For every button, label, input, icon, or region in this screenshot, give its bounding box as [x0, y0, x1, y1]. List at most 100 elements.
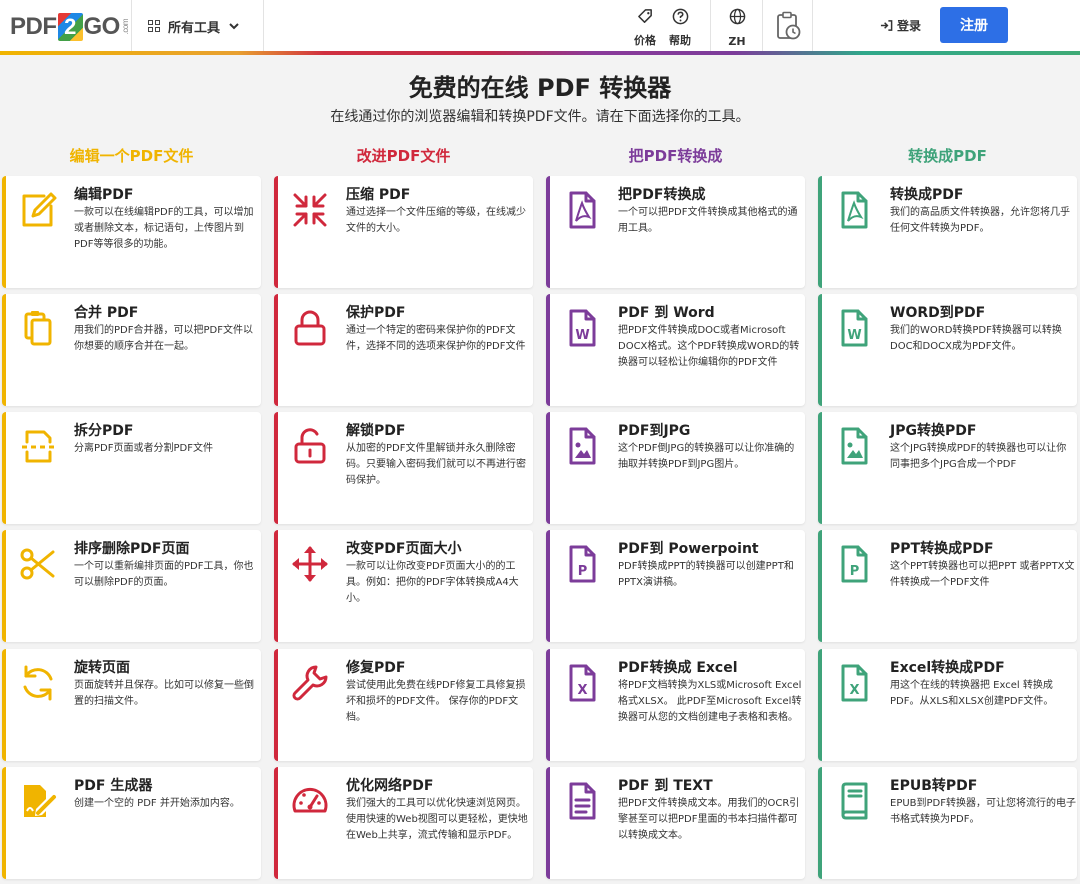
- tool-card-description: 把PDF文件转换成文本。用我们的OCR引擎甚至可以把PDF里面的书本扫描件都可以…: [618, 798, 800, 841]
- word-file-icon: W: [834, 308, 874, 348]
- tool-card-title: 优化网络PDF: [346, 778, 434, 794]
- excel-file-icon: X: [834, 663, 874, 703]
- tool-card[interactable]: P PPT转换成PDF 这个PPT转换器也可以把PPT 或者PPTX文件转换成一个P…: [818, 530, 1077, 642]
- top-header: PDF 2 GO .com 所有工具 价格 帮助 ZH 登录 注册: [0, 0, 1080, 55]
- page-subtitle: 在线通过你的浏览器编辑和转换PDF文件。请在下面选择你的工具。: [330, 109, 750, 125]
- tool-card[interactable]: 旋转页面 页面旋转并且保存。比如可以修复一些倒置的扫描文件。: [2, 649, 261, 761]
- tool-card-description: 我们的高品质文件转换器，允许您将几乎任何文件转换为PDF。: [890, 207, 1070, 234]
- tool-card-title: PDF 到 TEXT: [618, 778, 713, 794]
- register-button[interactable]: 注册: [940, 7, 1008, 43]
- tool-card[interactable]: 编辑PDF 一款可以在线编辑PDF的工具，可以增加或者删除文本，标记语句，上传图片…: [2, 176, 261, 288]
- tool-card-title: PDF到JPG: [618, 423, 691, 439]
- pdf2go-logo[interactable]: PDF 2 GO .com: [10, 12, 130, 42]
- tool-card-description: 一款可以在线编辑PDF的工具，可以增加或者删除文本，标记语句，上传图片到PDF等…: [74, 207, 254, 250]
- svg-text:P: P: [850, 564, 860, 579]
- column-heading: 转换成PDF: [908, 147, 987, 165]
- tool-card[interactable]: P PDF到 Powerpoint PDF转换成PPT的转换器可以创建PPT和PPT…: [546, 530, 805, 642]
- tool-card-title: 解锁PDF: [346, 423, 406, 439]
- tool-card-description: 尝试使用此免费在线PDF修复工具修复损坏和损坏的PDF文件。 保存你的PDF文档…: [346, 680, 526, 723]
- tool-card-description: 创建一个空的 PDF 并开始添加内容。: [74, 798, 240, 809]
- tool-card[interactable]: 把PDF转换成 一个可以把PDF文件转换成其他格式的通用工具。: [546, 176, 805, 288]
- history-button[interactable]: [776, 11, 802, 41]
- tool-card-title: 压缩 PDF: [346, 187, 411, 203]
- tool-card-title: PDF 生成器: [74, 778, 153, 794]
- rotate-icon: [18, 663, 58, 703]
- tool-card[interactable]: PDF到JPG 这个PDF倒JPG的转换器可以让你准确的抽取并转换PDF到JPG图…: [546, 412, 805, 524]
- tool-card[interactable]: W PDF 到 Word 把PDF文件转换成DOC或者Microsoft DOCX格…: [546, 294, 805, 406]
- all-tools-menu-button[interactable]: 所有工具: [148, 15, 240, 37]
- header-divider: [263, 0, 264, 54]
- tool-card[interactable]: 排序删除PDF页面 一个可以重新编排页面的PDF工具，你也可以删除PDF的页面。: [2, 530, 261, 642]
- tool-card[interactable]: PDF 生成器创建一个空的 PDF 并开始添加内容。: [2, 767, 261, 879]
- tool-card-title: PDF转换成 Excel: [618, 660, 738, 676]
- pdf-creator-icon: [18, 781, 58, 821]
- header-divider: [131, 0, 132, 54]
- tool-card[interactable]: 修复PDF 尝试使用此免费在线PDF修复工具修复损坏和损坏的PDF文件。 保存你的…: [274, 649, 533, 761]
- tool-card-description: 分离PDF页面或者分割PDF文件: [74, 443, 213, 454]
- tool-card-title: 把PDF转换成: [618, 187, 706, 203]
- tool-card[interactable]: PDF 到 TEXT 把PDF文件转换成文本。用我们的OCR引擎甚至可以把PDF里…: [546, 767, 805, 879]
- tool-card[interactable]: X Excel转换成PDF 用这个在线的转换器把 Excel 转换成PDF。从XLS…: [818, 649, 1077, 761]
- tool-card[interactable]: JPG转换PDF 这个JPG转换成PDF的转换器也可以让你同事把多个JPG合成一个…: [818, 412, 1077, 524]
- compress-icon: [290, 190, 330, 230]
- language-selector[interactable]: ZH: [712, 8, 762, 48]
- image-file-icon: [834, 426, 874, 466]
- ppt-file-icon: P: [562, 544, 602, 584]
- tool-card-description: 从加密的PDF文件里解锁并永久删除密码。只要输入密码我们就可以不再进行密码保护。: [346, 443, 526, 486]
- lock-icon: [290, 308, 330, 348]
- tool-card-description: 一款可以让你改变PDF页面大小的的工具。例如：把你的PDF字体转换成A4大小。: [346, 561, 519, 604]
- word-file-icon: W: [562, 308, 602, 348]
- svg-text:W: W: [847, 328, 861, 343]
- price-label: 价格: [634, 34, 656, 47]
- ppt-file-icon: P: [834, 544, 874, 584]
- pdf-file-icon: [834, 190, 874, 230]
- split-icon: [18, 426, 58, 466]
- tool-card[interactable]: X PDF转换成 Excel 将PDF文档转换为XLS或Microsoft Exce…: [546, 649, 805, 761]
- tool-card-description: 将PDF文档转换为XLS或Microsoft Excel格式XLSX。 此PDF…: [618, 680, 802, 723]
- tool-card[interactable]: 合并 PDF 用我们的PDF合并器，可以把PDF文件以你想要的顺序合并在一起。: [2, 294, 261, 406]
- tool-card-title: PDF 到 Word: [618, 305, 715, 321]
- tool-card-description: PDF转换成PPT的转换器可以创建PPT和PPTX演讲稿。: [618, 561, 794, 588]
- clipboard-clock-icon: [777, 11, 801, 40]
- image-file-icon: [562, 426, 602, 466]
- tag-icon: [637, 9, 652, 23]
- tool-card[interactable]: 压缩 PDF 通过选择一个文件压缩的等级，在线减少文件的大小。: [274, 176, 533, 288]
- wrench-icon: [290, 663, 330, 703]
- tool-card[interactable]: 拆分PDF 分离PDF页面或者分割PDF文件: [2, 412, 261, 524]
- logo-text-pdf: PDF: [10, 13, 57, 40]
- tool-card-title: 转换成PDF: [890, 187, 964, 203]
- header-divider: [710, 0, 711, 54]
- tool-card[interactable]: 优化网络PDF 我们强大的工具可以优化快速浏览网页。 使用快速的Web视图可以更轻…: [274, 767, 533, 879]
- login-label: 登录: [897, 19, 922, 33]
- scissors-icon: [18, 544, 58, 584]
- chevron-down-icon: [229, 23, 239, 30]
- merge-icon: [18, 308, 58, 348]
- logo-text-com: .com: [120, 19, 130, 35]
- tool-card[interactable]: 保护PDF 通过一个特定的密码来保护你的PDF文件，选择不同的选项来保护你的PDF…: [274, 294, 533, 406]
- tool-card-description: 这个PDF倒JPG的转换器可以让你准确的抽取并转换PDF到JPG图片。: [618, 443, 795, 470]
- header-color-strip: [0, 51, 1080, 55]
- tool-card-title: 编辑PDF: [74, 187, 134, 203]
- help-icon: [672, 8, 688, 25]
- language-label: ZH: [728, 35, 746, 48]
- tool-card-description: 通过一个特定的密码来保护你的PDF文件，选择不同的选项来保护你的PDF文件: [346, 325, 526, 352]
- login-link[interactable]: 登录: [880, 17, 921, 34]
- tool-card-description: 用我们的PDF合并器，可以把PDF文件以你想要的顺序合并在一起。: [74, 325, 253, 352]
- tool-card-title: Excel转换成PDF: [890, 660, 1005, 676]
- header-divider: [762, 0, 763, 54]
- tool-card[interactable]: 解锁PDF 从加密的PDF文件里解锁并永久删除密码。只要输入密码我们就可以不再进行…: [274, 412, 533, 524]
- tool-card-description: 把PDF文件转换成DOC或者Microsoft DOCX格式。这个PDF转换成W…: [618, 325, 800, 368]
- tool-card-title: 保护PDF: [346, 305, 406, 321]
- tool-card[interactable]: 改变PDF页面大小 一款可以让你改变PDF页面大小的的工具。例如：把你的PDF字体…: [274, 530, 533, 642]
- tool-card[interactable]: W WORD到PDF 我们的WORD转换PDF转换器可以转换DOC和DOCX成为PD…: [818, 294, 1077, 406]
- unlock-icon: [290, 426, 330, 466]
- tool-card[interactable]: EPUB转PDF EPUB到PDF转换器，可让您将流行的电子书格式转换为PDF。: [818, 767, 1077, 879]
- tool-card-description: 一个可以重新编排页面的PDF工具，你也可以删除PDF的页面。: [74, 561, 254, 588]
- page-title: 免费的在线 PDF 转换器: [408, 74, 672, 102]
- help-link[interactable]: 帮助: [655, 8, 705, 48]
- tool-card[interactable]: 转换成PDF 我们的高品质文件转换器，允许您将几乎任何文件转换为PDF。: [818, 176, 1077, 288]
- gauge-icon: [290, 781, 330, 821]
- tool-card-title: PPT转换成PDF: [890, 541, 994, 557]
- all-tools-label: 所有工具: [168, 20, 221, 36]
- tool-card-title: WORD到PDF: [890, 305, 986, 321]
